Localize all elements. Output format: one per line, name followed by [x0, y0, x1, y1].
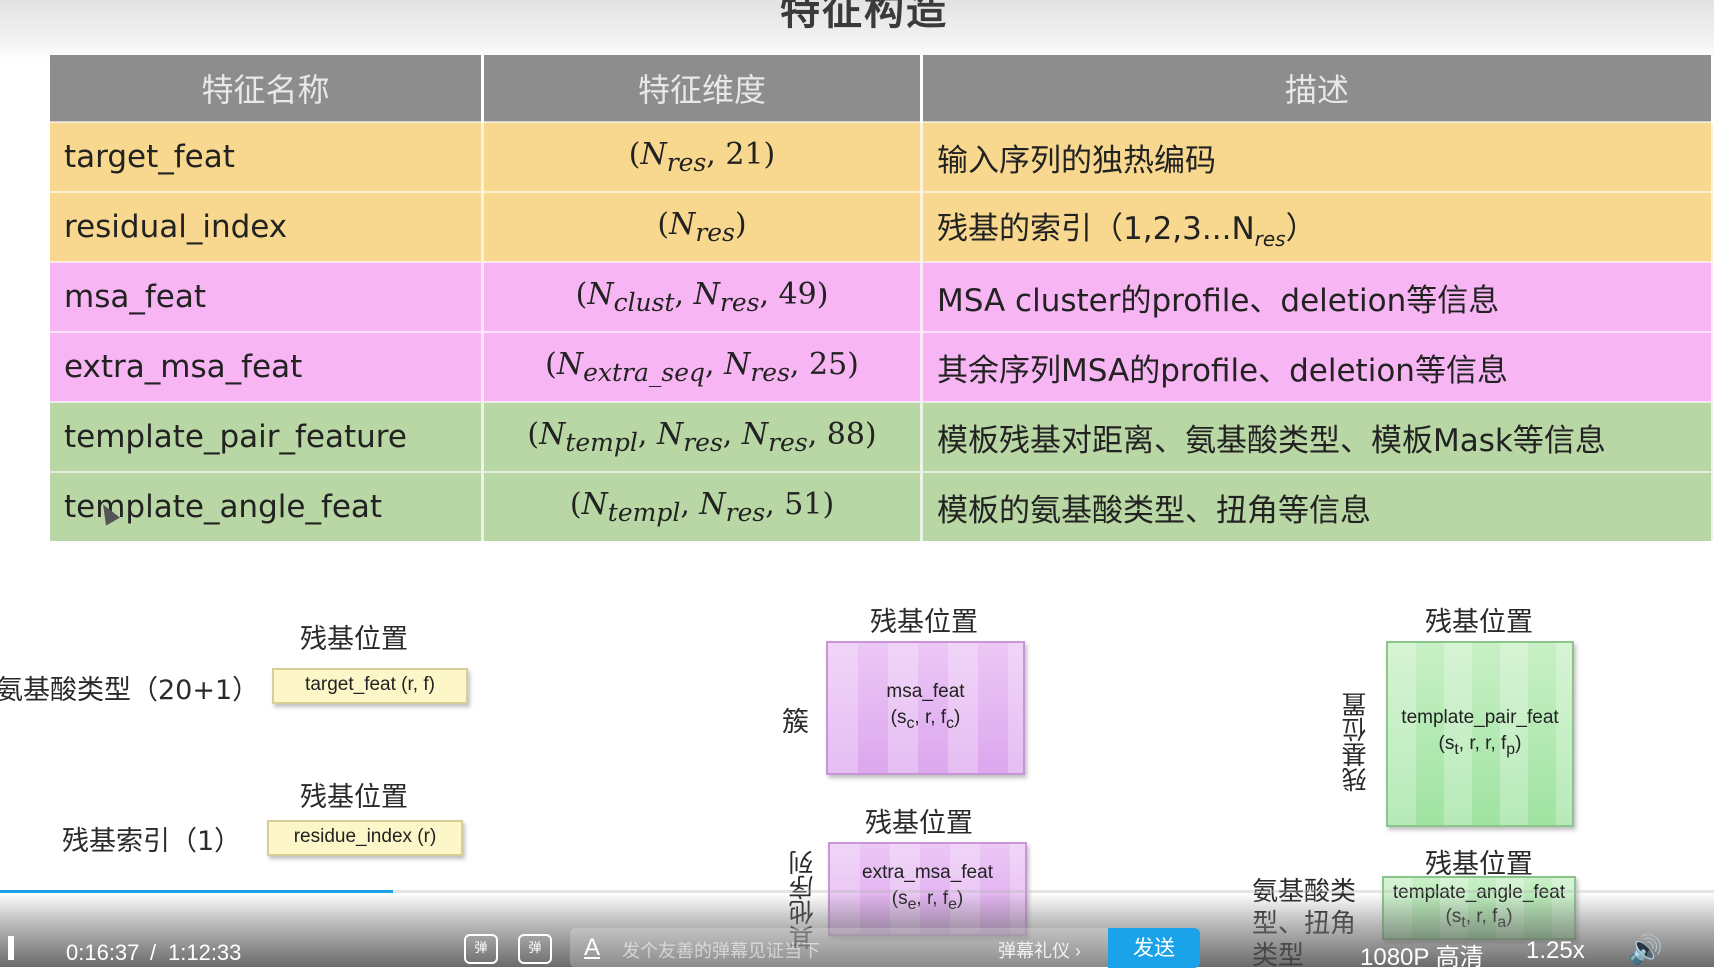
- table-row: residual_index (Nres) 残基的索引（1,2,3...Nres…: [50, 191, 1714, 262]
- table-row: target_feat (Nres, 21) 输入序列的独热编码: [50, 121, 1714, 192]
- table-row: template_pair_feature (Ntempl, Nres, Nre…: [50, 401, 1714, 472]
- feature-desc: 残基的索引（1,2,3...Nres）: [921, 191, 1714, 262]
- feature-dim: (Nextra_seq, Nres, 25): [482, 331, 923, 402]
- msa-feat-dims: (sc, r, fc): [890, 707, 961, 732]
- msa-feat-box: msa_feat (sc, r, fc): [826, 641, 1025, 775]
- feature-name: target_feat: [50, 121, 484, 192]
- feature-table: 特征名称 特征维度 描述 target_feat (Nres, 21) 输入序列…: [50, 55, 1714, 541]
- template-pair-feat-box: template_pair_feat (st, r, r, fp): [1386, 641, 1574, 827]
- feature-name: extra_msa_feat: [50, 331, 484, 402]
- feature-name: msa_feat: [50, 261, 484, 332]
- template-pair-dims: (st, r, r, fp): [1438, 733, 1522, 758]
- volume-icon[interactable]: 🔊: [1628, 933, 1663, 966]
- aa-type-label: 氨基酸类型（20+1）: [0, 675, 260, 706]
- play-pause-icon[interactable]: [8, 936, 14, 960]
- current-time: 0:16:37: [66, 940, 140, 965]
- feature-desc: 模板残基对距离、氨基酸类型、模板Mask等信息: [921, 401, 1714, 472]
- extra-msa-title: extra_msa_feat: [862, 862, 993, 884]
- residue-position-label: 残基位置: [1425, 607, 1533, 638]
- feature-name: template_angle_feat: [50, 471, 484, 541]
- residue-position-vertical-label: 残基位置: [1341, 692, 1370, 792]
- residue-position-label: 残基位置: [300, 782, 408, 813]
- feature-dim: (Nclust, Nres, 49): [482, 261, 923, 332]
- feature-dim: (Ntempl, Nres, 51): [482, 471, 923, 541]
- speed-selector[interactable]: 1.25x: [1526, 937, 1585, 965]
- font-style-icon[interactable]: A: [584, 934, 600, 962]
- feature-dim: (Ntempl, Nres, Nres, 88): [482, 401, 923, 472]
- header-feature-dim: 特征维度: [482, 55, 923, 122]
- feature-desc: 输入序列的独热编码: [921, 121, 1714, 192]
- cluster-label: 簇: [782, 707, 809, 738]
- total-time: 1:12:33: [168, 940, 242, 965]
- residue-position-label: 残基位置: [300, 624, 408, 655]
- player-control-bar: 0:16:37 / 1:12:33 弹 弹 A 发个友善的弹幕见证当下 弹幕礼仪…: [0, 893, 1714, 971]
- template-pair-title: template_pair_feat: [1401, 707, 1559, 729]
- feature-desc: 其余序列MSA的profile、deletion等信息: [921, 331, 1714, 402]
- msa-feat-title: msa_feat: [886, 681, 965, 703]
- table-row: msa_feat (Nclust, Nres, 49) MSA cluster的…: [50, 261, 1714, 332]
- residue-index-label: 残基索引（1）: [62, 826, 242, 857]
- danmaku-toggle-icon[interactable]: 弹: [464, 934, 498, 964]
- table-row: extra_msa_feat (Nextra_seq, Nres, 25) 其余…: [50, 331, 1714, 402]
- slide-title: 特征构造: [780, 0, 948, 34]
- residue-index-box: residue_index (r): [267, 820, 463, 856]
- feature-desc: MSA cluster的profile、deletion等信息: [921, 261, 1714, 332]
- send-danmaku-button[interactable]: 发送: [1108, 928, 1200, 968]
- dim-symbol: N: [640, 137, 667, 172]
- danmaku-settings-icon[interactable]: 弹: [518, 934, 552, 964]
- danmaku-input[interactable]: A 发个友善的弹幕见证当下 弹幕礼仪 ›: [570, 928, 1200, 968]
- feature-dim: (Nres, 21): [482, 121, 923, 192]
- table-row: template_angle_feat (Ntempl, Nres, 51) 模…: [50, 471, 1714, 541]
- residue-position-label: 残基位置: [865, 808, 973, 839]
- feature-desc: 模板的氨基酸类型、扭角等信息: [921, 471, 1714, 541]
- header-feature-name: 特征名称: [50, 55, 484, 122]
- header-description: 描述: [921, 55, 1714, 122]
- feature-name: residual_index: [50, 191, 484, 262]
- danmaku-placeholder: 发个友善的弹幕见证当下: [622, 941, 820, 961]
- feature-name: template_pair_feature: [50, 401, 484, 472]
- target-feat-box: target_feat (r, f): [272, 668, 468, 704]
- feature-dim: (Nres): [482, 191, 923, 262]
- time-separator: /: [150, 940, 157, 965]
- danmaku-etiquette-link[interactable]: 弹幕礼仪 ›: [998, 937, 1081, 963]
- residue-position-label: 残基位置: [870, 607, 978, 638]
